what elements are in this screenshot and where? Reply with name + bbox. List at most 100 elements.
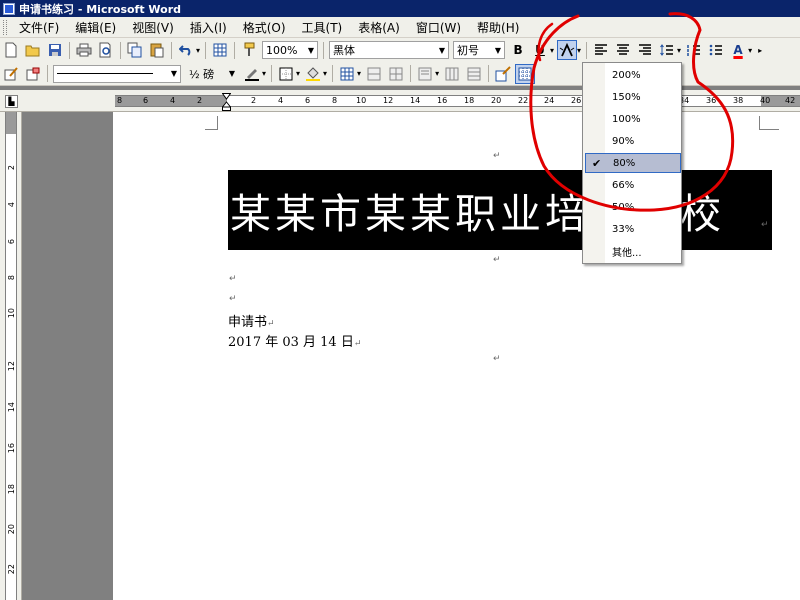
align-cells-icon[interactable] xyxy=(415,64,435,84)
line-weight-value: ½ 磅 xyxy=(189,67,215,81)
menu-view[interactable]: 视图(V) xyxy=(124,19,182,36)
split-cells-icon[interactable] xyxy=(386,64,406,84)
toolbar-separator xyxy=(234,41,236,59)
draw-table-icon[interactable] xyxy=(1,64,21,84)
menu-window[interactable]: 窗口(W) xyxy=(408,19,469,36)
menu-file[interactable]: 文件(F) xyxy=(11,19,67,36)
document-page[interactable]: ↵ 某某市某某职业培训学校 ↵ ↵ ↵ ↵ 申请书↵ 2017 年 03 月 1… xyxy=(113,112,800,600)
table-icon[interactable] xyxy=(210,40,230,60)
scale-option-50[interactable]: 50% xyxy=(585,197,681,217)
distribute-rows-icon[interactable] xyxy=(464,64,484,84)
character-scale-dropdown-icon[interactable]: ▾ xyxy=(577,46,581,55)
insert-table-dropdown-icon[interactable]: ▾ xyxy=(357,69,361,78)
ruler-number: 6 xyxy=(305,96,311,105)
chevron-down-icon: ▼ xyxy=(228,69,235,78)
tab-selector[interactable]: ▙ xyxy=(5,95,18,108)
zoom-select[interactable]: 100% ▼ xyxy=(262,41,319,59)
scale-option-label: 90% xyxy=(612,135,635,147)
vertical-ruler[interactable]: 2 4 6 8 10 12 14 16 18 20 22 xyxy=(0,112,22,600)
title-bar: 申请书练习 - Microsoft Word xyxy=(0,0,800,17)
undo-icon[interactable] xyxy=(176,40,196,60)
indent-marker[interactable] xyxy=(221,93,232,111)
scale-option-label: 66% xyxy=(612,179,635,191)
align-cells-dropdown-icon[interactable]: ▾ xyxy=(435,69,439,78)
menu-edit[interactable]: 编辑(E) xyxy=(67,19,124,36)
eraser-icon[interactable] xyxy=(23,64,43,84)
bold-button[interactable]: B xyxy=(508,40,528,60)
toolbar-separator xyxy=(171,41,172,59)
doc-line-1[interactable]: 申请书↵ xyxy=(228,311,275,330)
table-autoformat-icon[interactable] xyxy=(493,64,513,84)
menu-format[interactable]: 格式(O) xyxy=(235,19,294,36)
align-center-icon[interactable] xyxy=(613,40,633,60)
ruler-number: 42 xyxy=(785,96,796,105)
scale-option-66[interactable]: 66% xyxy=(585,175,681,195)
font-select[interactable]: 黑体 ▼ xyxy=(329,41,450,59)
border-color-icon[interactable] xyxy=(242,64,262,84)
ruler-number: 16 xyxy=(437,96,448,105)
menu-grip[interactable] xyxy=(3,19,7,35)
align-right-icon[interactable] xyxy=(635,40,655,60)
underline-dropdown-icon[interactable]: ▾ xyxy=(550,46,554,55)
menu-insert[interactable]: 插入(I) xyxy=(182,19,235,36)
distribute-columns-icon[interactable] xyxy=(442,64,462,84)
shading-dropdown-icon[interactable]: ▾ xyxy=(323,69,327,78)
align-left-icon[interactable] xyxy=(591,40,611,60)
character-scale-icon[interactable] xyxy=(557,40,578,60)
bullets-icon[interactable] xyxy=(706,40,726,60)
zoom-value: 100% xyxy=(266,43,298,57)
line-spacing-dropdown-icon[interactable]: ▾ xyxy=(677,46,681,55)
show-gridlines-icon[interactable] xyxy=(515,63,536,84)
ruler-number: 18 xyxy=(464,96,475,105)
line-weight-select[interactable]: ½ 磅 ▼ xyxy=(185,64,239,83)
border-dropdown-icon[interactable]: ▾ xyxy=(296,69,300,78)
copy-icon[interactable] xyxy=(125,40,145,60)
scale-option-150[interactable]: 150% xyxy=(585,87,681,107)
line-style-preview xyxy=(57,73,153,74)
checkmark-icon: ✔ xyxy=(592,156,602,170)
insert-table-icon[interactable] xyxy=(337,64,357,84)
font-size-select[interactable]: 初号 ▼ xyxy=(453,41,506,59)
window-title: 申请书练习 - Microsoft Word xyxy=(19,2,182,16)
font-color-icon[interactable]: A xyxy=(728,40,748,60)
ruler-number: 4 xyxy=(278,96,284,105)
document-title[interactable]: 某某市某某职业培训学校 xyxy=(228,170,772,250)
scale-option-100[interactable]: 100% xyxy=(585,109,681,129)
save-icon[interactable] xyxy=(45,40,65,60)
new-doc-icon[interactable] xyxy=(1,40,21,60)
ruler-number: 12 xyxy=(383,96,394,105)
line-style-select[interactable]: ▼ xyxy=(53,64,181,83)
line-spacing-icon[interactable] xyxy=(657,40,677,60)
border-color-dropdown-icon[interactable]: ▾ xyxy=(262,69,266,78)
toolbar-separator xyxy=(586,41,588,59)
menu-help[interactable]: 帮助(H) xyxy=(469,19,527,36)
format-painter-icon[interactable] xyxy=(239,40,259,60)
toolbar-overflow-icon[interactable]: ▸ xyxy=(758,46,762,55)
scale-option-33[interactable]: 33% xyxy=(585,219,681,239)
font-color-dropdown-icon[interactable]: ▾ xyxy=(748,46,752,55)
menu-table[interactable]: 表格(A) xyxy=(350,19,408,36)
scale-option-90[interactable]: 90% xyxy=(585,131,681,151)
border-icon[interactable] xyxy=(276,64,296,84)
scale-option-other[interactable]: 其他... xyxy=(585,241,681,261)
ruler-number: 24 xyxy=(544,96,555,105)
scale-option-200[interactable]: 200% xyxy=(585,65,681,85)
scale-option-80[interactable]: ✔ 80% xyxy=(585,153,681,173)
paste-icon[interactable] xyxy=(147,40,167,60)
numbering-icon[interactable] xyxy=(684,40,704,60)
undo-dropdown-icon[interactable]: ▾ xyxy=(196,46,200,55)
shading-color-icon[interactable] xyxy=(303,64,323,84)
ruler-number: 36 xyxy=(706,96,717,105)
underline-button[interactable]: U xyxy=(530,40,550,60)
print-icon[interactable] xyxy=(74,40,94,60)
print-preview-icon[interactable] xyxy=(96,40,116,60)
open-icon[interactable] xyxy=(23,40,43,60)
ruler-number: 2 xyxy=(251,96,257,105)
doc-line-2[interactable]: 2017 年 03 月 14 日↵ xyxy=(228,331,361,350)
paragraph-mark: ↵ xyxy=(267,319,275,329)
doc-line-2-text: 2017 年 03 月 14 日 xyxy=(228,335,354,350)
menu-tools[interactable]: 工具(T) xyxy=(294,19,351,36)
ruler-number: 22 xyxy=(518,96,529,105)
ruler-strip: 8 6 4 2 2 4 6 8 10 12 14 16 18 20 22 24 … xyxy=(115,95,800,107)
merge-cells-icon[interactable] xyxy=(364,64,384,84)
